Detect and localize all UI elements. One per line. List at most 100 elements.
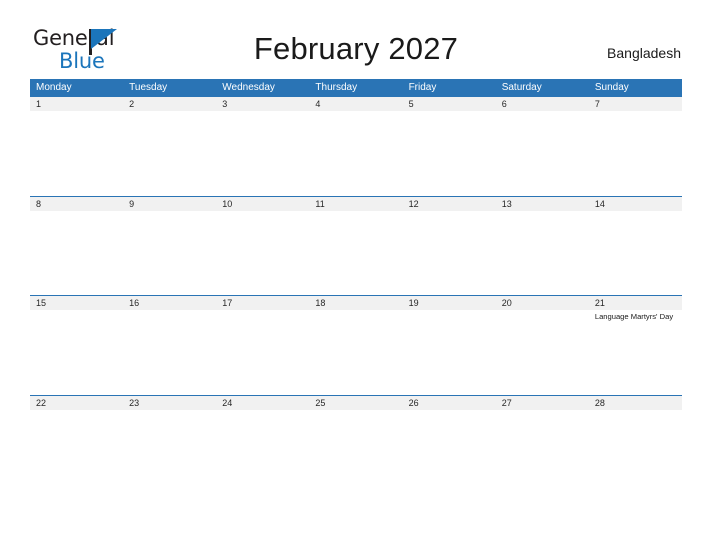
day-events <box>403 111 496 113</box>
date-number: 13 <box>501 198 512 209</box>
day-events <box>309 211 402 213</box>
day-cell[interactable]: 16 <box>123 296 217 395</box>
weekday-header-wednesday: Wednesday <box>222 82 275 93</box>
day-cell[interactable]: 22 <box>30 395 124 495</box>
day-cell[interactable]: 6 <box>495 97 589 196</box>
page-title: February 2027 <box>253 31 459 66</box>
date-number: 19 <box>408 298 419 308</box>
page-header: General Blue February 2027 Bangladesh <box>0 0 712 72</box>
day-cell[interactable]: 13 <box>495 196 589 296</box>
day-events <box>123 310 216 312</box>
date-number: 12 <box>408 198 419 209</box>
date-number: 28 <box>594 397 605 408</box>
day-cell[interactable]: 19 <box>402 296 496 395</box>
date-number: 21 <box>594 298 605 308</box>
day-events <box>216 410 309 412</box>
day-events <box>309 111 402 113</box>
day-events <box>589 111 682 113</box>
date-number: 17 <box>222 298 233 308</box>
day-cell[interactable]: 4 <box>309 97 403 196</box>
date-number: 2 <box>129 99 135 109</box>
calendar-week-row: 8 9 10 11 12 13 14 <box>30 195 682 296</box>
day-events <box>403 211 496 213</box>
date-number: 11 <box>315 198 325 209</box>
weekday-header-tuesday: Tuesday <box>129 82 168 93</box>
day-events <box>30 211 123 213</box>
weekday-header-monday: Monday <box>36 82 72 93</box>
calendar-week-row: 22 23 24 25 26 27 28 <box>30 394 682 495</box>
date-number: 6 <box>501 99 507 109</box>
day-events <box>403 310 496 312</box>
day-events <box>123 111 216 113</box>
day-events <box>30 310 123 312</box>
day-cell[interactable]: 2 <box>123 97 217 196</box>
weekday-header-saturday: Saturday <box>501 82 542 93</box>
weekday-header-friday: Friday <box>408 82 437 93</box>
day-cell[interactable]: 8 <box>30 196 124 296</box>
day-events <box>496 410 589 412</box>
day-events <box>496 310 589 312</box>
weekday-header-thursday: Thursday <box>315 82 358 93</box>
calendar-week-row: 1 2 3 4 5 6 7 <box>30 96 682 196</box>
date-number: 7 <box>594 99 600 109</box>
day-cell[interactable]: 21 Language Martyrs' Day <box>588 296 682 395</box>
day-cell[interactable]: 7 <box>588 97 682 196</box>
day-cell[interactable]: 3 <box>216 97 310 196</box>
calendar-grid: Monday Tuesday Wednesday Thursday Friday… <box>30 79 682 494</box>
day-cell[interactable]: 26 <box>402 395 496 495</box>
day-cell[interactable]: 20 <box>495 296 589 395</box>
day-events <box>216 211 309 213</box>
weekday-header-sunday: Sunday <box>594 82 629 93</box>
day-events <box>589 211 682 213</box>
date-number: 3 <box>222 99 228 109</box>
date-number: 22 <box>36 397 47 408</box>
date-number: 18 <box>315 298 326 308</box>
day-events <box>589 410 682 412</box>
date-number: 9 <box>129 198 135 209</box>
date-number: 15 <box>36 298 47 308</box>
day-cell[interactable]: 11 <box>309 196 403 296</box>
day-events <box>496 111 589 113</box>
calendar-page: General Blue February 2027 Bangladesh Mo… <box>0 0 712 550</box>
date-number: 24 <box>222 397 233 408</box>
day-cell[interactable]: 27 <box>495 395 589 495</box>
date-number: 1 <box>36 99 42 109</box>
day-cell[interactable]: 24 <box>216 395 310 495</box>
day-events: Language Martyrs' Day <box>589 310 682 323</box>
date-number: 25 <box>315 397 326 408</box>
date-number: 16 <box>129 298 140 308</box>
date-number: 10 <box>222 198 233 209</box>
day-cell[interactable]: 17 <box>216 296 310 395</box>
day-cell[interactable]: 9 <box>123 196 217 296</box>
day-events <box>309 410 402 412</box>
country-label: Bangladesh <box>607 45 681 61</box>
date-number: 23 <box>129 397 140 408</box>
day-events <box>30 410 123 412</box>
day-cell[interactable]: 14 <box>588 196 682 296</box>
day-cell[interactable]: 25 <box>309 395 403 495</box>
day-cell[interactable]: 10 <box>216 196 310 296</box>
day-cell[interactable]: 1 <box>30 97 124 196</box>
day-cell[interactable]: 15 <box>30 296 124 395</box>
calendar-week-row: 15 16 17 18 19 20 21 Language Martyrs' D… <box>30 295 682 395</box>
day-events <box>30 111 123 113</box>
date-number: 8 <box>36 198 42 209</box>
date-number: 4 <box>315 99 321 109</box>
day-cell[interactable]: 23 <box>123 395 217 495</box>
date-number: 20 <box>501 298 512 308</box>
day-events <box>216 310 309 312</box>
event-label[interactable]: Language Martyrs' Day <box>595 312 674 323</box>
day-events <box>123 410 216 412</box>
day-cell[interactable]: 28 <box>588 395 682 495</box>
date-number: 26 <box>408 397 419 408</box>
day-events <box>123 211 216 213</box>
weekday-header-row: Monday Tuesday Wednesday Thursday Friday… <box>30 79 682 96</box>
day-events <box>309 310 402 312</box>
day-cell[interactable]: 18 <box>309 296 403 395</box>
day-events <box>216 111 309 113</box>
day-cell[interactable]: 12 <box>402 196 496 296</box>
date-number: 5 <box>408 99 414 109</box>
day-events <box>496 211 589 213</box>
date-number: 14 <box>594 198 605 209</box>
day-cell[interactable]: 5 <box>402 97 496 196</box>
